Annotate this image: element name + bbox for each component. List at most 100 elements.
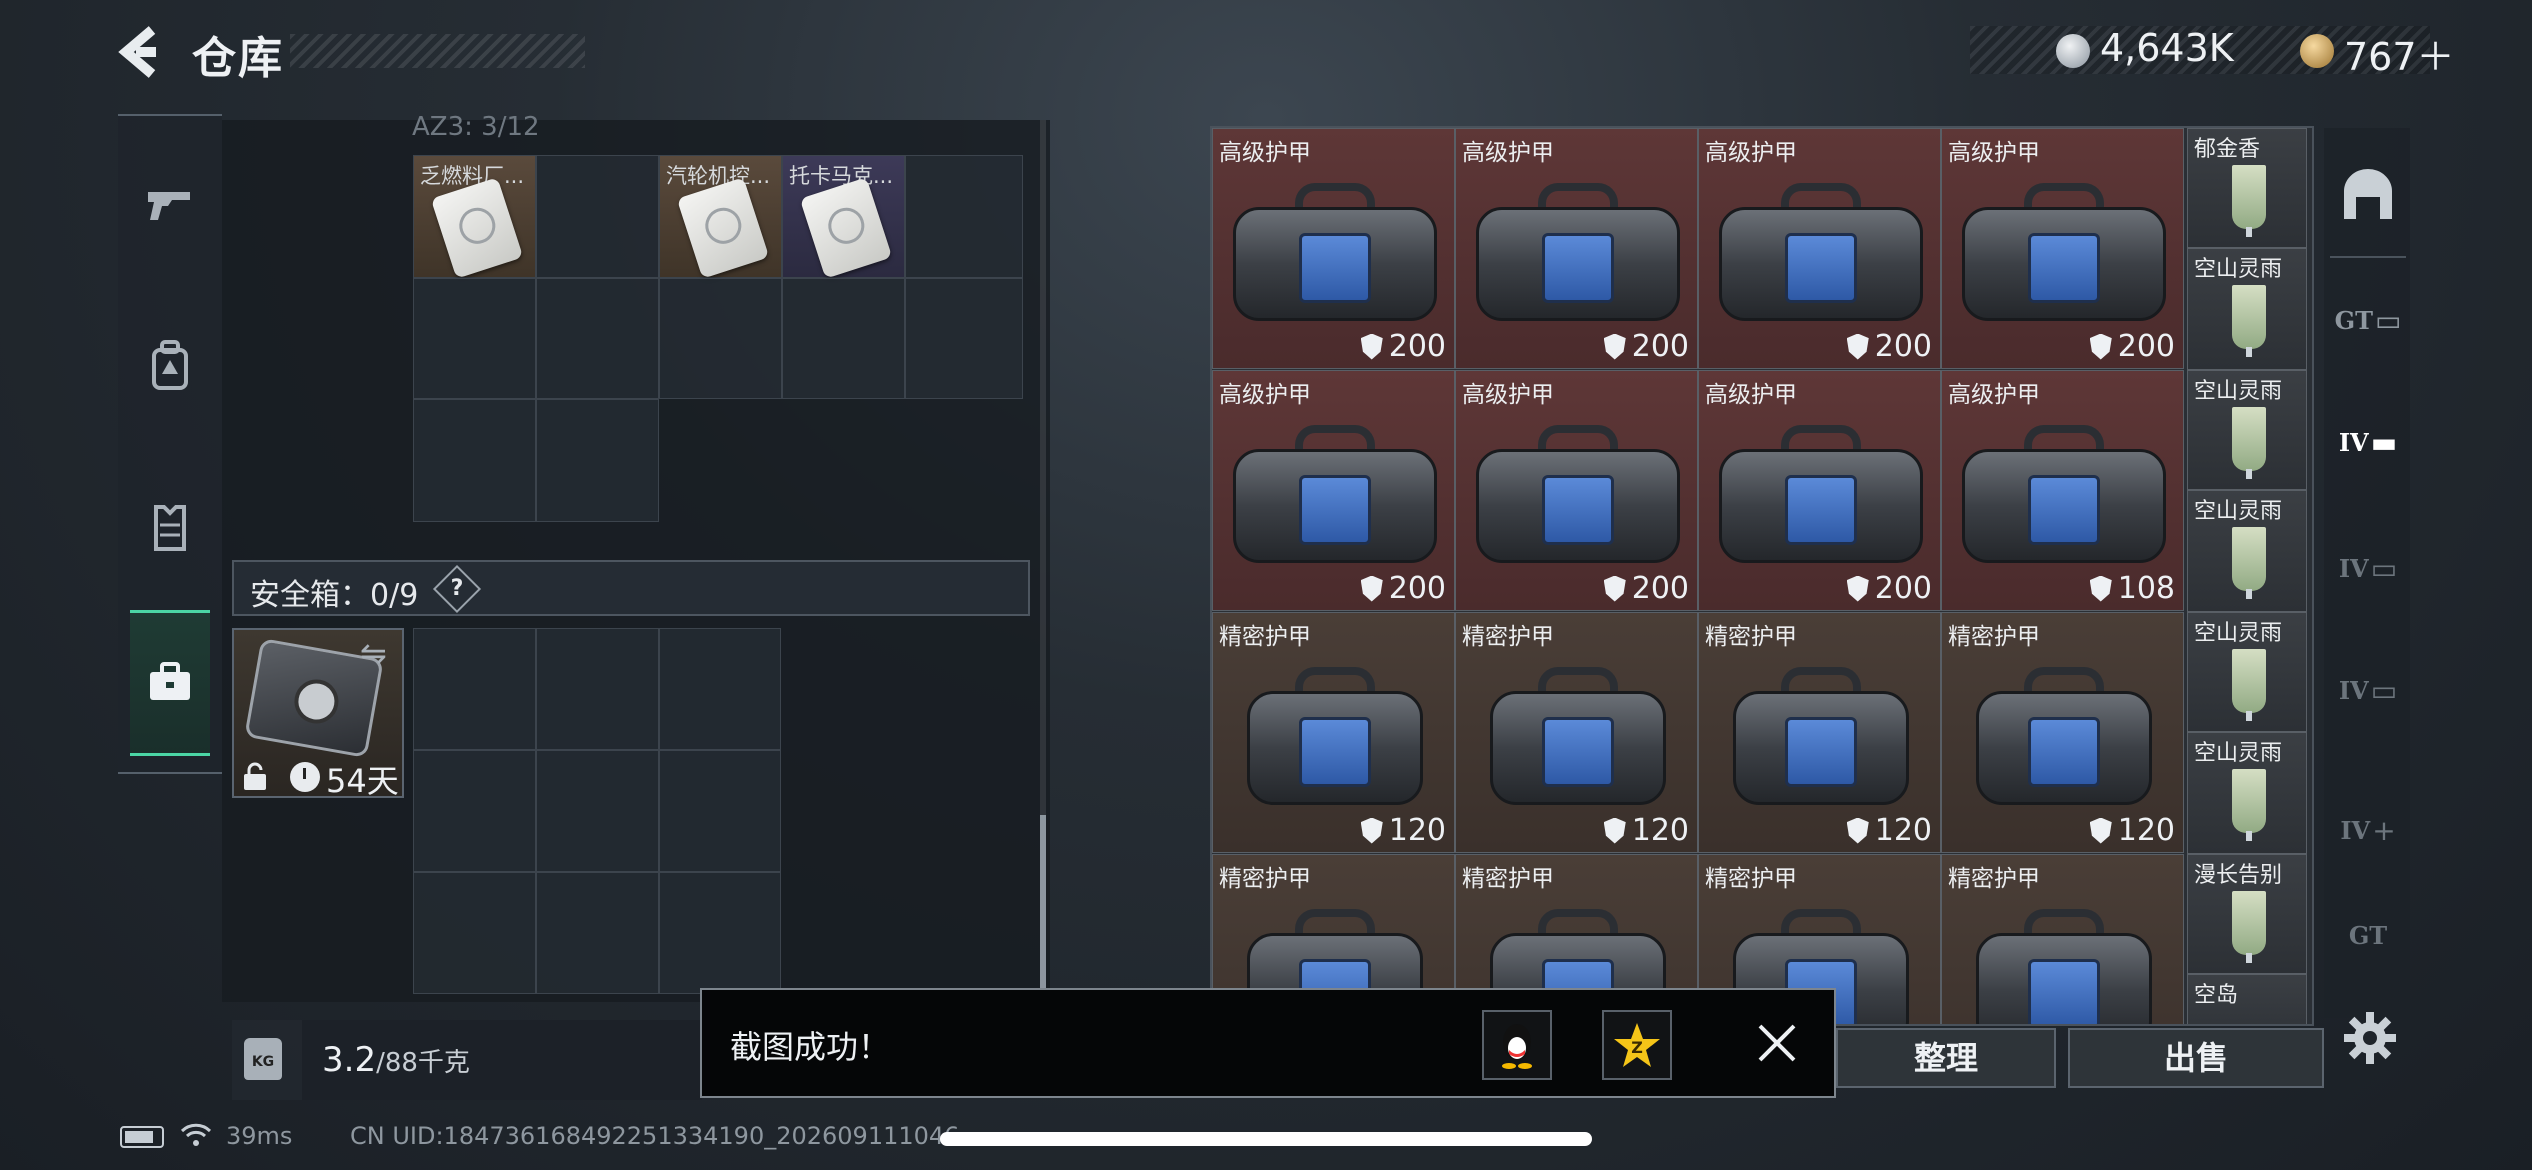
wifi-icon [180, 1123, 212, 1146]
coin-value[interactable]: 4,643K [2100, 26, 2234, 70]
drink-item[interactable]: 空山灵雨 [2187, 370, 2307, 490]
safebox-slot[interactable] [536, 750, 659, 872]
safebox-slot[interactable] [413, 872, 536, 994]
safebox-slot[interactable] [659, 872, 781, 994]
item-name: 精密护甲 [1462, 624, 1554, 650]
empty-slot[interactable] [905, 155, 1023, 278]
cocktail-icon [2232, 527, 2266, 599]
keycard-icon [430, 177, 524, 279]
armor-item[interactable]: 精密护甲 [1941, 854, 2184, 1024]
sell-button[interactable]: 出售 [2068, 1028, 2324, 1088]
durability-value: 120 [2117, 813, 2175, 848]
armor-item[interactable]: 高级护甲 200 [1212, 128, 1455, 369]
drink-item[interactable]: 空山灵雨 [2187, 248, 2307, 370]
item-name: 空岛 [2194, 983, 2239, 1008]
safebox-slot[interactable] [536, 628, 659, 750]
scrollbar-thumb[interactable] [1040, 815, 1046, 995]
bond-value[interactable]: 767＋ [2344, 26, 2455, 81]
swap-icon[interactable]: ⇋ [360, 634, 387, 672]
tab-iv-1[interactable]: IV ▬ [2330, 392, 2406, 492]
shield-icon [2089, 817, 2112, 844]
armor-item[interactable]: 高级护甲 200 [1455, 370, 1698, 611]
qq-share-button[interactable] [1482, 1010, 1552, 1080]
sort-button[interactable]: 整理 [1836, 1028, 2056, 1088]
safebox-slot[interactable] [413, 628, 536, 750]
armor-item[interactable]: 高级护甲 200 [1212, 370, 1455, 611]
weight-value: 3.2/88千克 [322, 1040, 470, 1080]
tab-gt-1[interactable]: GT ▭ [2330, 270, 2406, 370]
armor-icon [1719, 183, 1923, 323]
empty-slot[interactable] [536, 278, 659, 399]
durability: 120 [1603, 813, 1689, 848]
safebox-slot[interactable] [659, 750, 781, 872]
tab-iv-add[interactable]: IV + [2330, 780, 2406, 880]
backpack-icon[interactable] [140, 336, 200, 396]
settings-gear-icon[interactable] [2342, 1010, 2398, 1066]
armor-icon [1233, 425, 1437, 565]
armor-item[interactable]: 精密护甲 120 [1941, 612, 2184, 853]
item-name: 高级护甲 [1705, 140, 1797, 166]
star-icon: Z [1614, 1023, 1660, 1067]
empty-slot[interactable] [413, 278, 536, 399]
item-name: 高级护甲 [1219, 140, 1311, 166]
tab-gt-2[interactable]: GT [2330, 900, 2406, 970]
keycard-icon [799, 177, 893, 279]
armor-item[interactable]: 精密护甲 120 [1212, 612, 1455, 853]
cocktail-icon [2232, 769, 2266, 841]
drink-item[interactable]: 空山灵雨 [2187, 732, 2307, 854]
armor-item[interactable]: 精密护甲 120 [1455, 612, 1698, 853]
pistol-icon[interactable] [140, 174, 200, 234]
armor-item[interactable]: 精密护甲 120 [1698, 612, 1941, 853]
empty-slot[interactable] [905, 278, 1023, 399]
safebox-slot[interactable] [659, 628, 781, 750]
container-item[interactable]: 托卡马克... [782, 155, 905, 279]
battery-icon [120, 1126, 164, 1148]
item-name: 漫长告别 [2194, 863, 2283, 888]
drink-item[interactable]: 郁金香 [2187, 128, 2307, 248]
armor-item[interactable]: 高级护甲 200 [1941, 128, 2184, 369]
empty-slot[interactable] [413, 399, 536, 522]
safebox-slot[interactable] [413, 750, 536, 872]
armor-icon [1476, 667, 1680, 807]
empty-slot[interactable] [536, 399, 659, 522]
tab-iv-2[interactable]: IV ▭ [2330, 518, 2406, 618]
item-name: 空山灵雨 [2194, 621, 2283, 646]
armor-icon [1962, 667, 2166, 807]
divider [2330, 256, 2406, 258]
durability-value: 108 [2117, 571, 2175, 606]
cocktail-icon [2232, 891, 2266, 963]
back-arrow-icon[interactable] [112, 22, 172, 82]
container-item[interactable]: 乏燃料厂... [413, 155, 536, 279]
home-indicator[interactable] [940, 1132, 1592, 1146]
drink-item[interactable]: 空山灵雨 [2187, 490, 2307, 612]
item-name: 精密护甲 [1219, 624, 1311, 650]
drink-item[interactable]: 空岛 [2187, 974, 2307, 1024]
drink-item[interactable]: 漫长告别 [2187, 854, 2307, 974]
tab-iv-3[interactable]: IV ▭ [2330, 640, 2406, 740]
item-name: 精密护甲 [1705, 866, 1797, 892]
empty-slot[interactable] [536, 155, 659, 278]
shield-icon [1360, 575, 1383, 602]
durability: 108 [2089, 571, 2175, 606]
durability-value: 200 [1388, 571, 1446, 606]
item-name: 高级护甲 [1219, 382, 1311, 408]
safebox-slot[interactable] [536, 872, 659, 994]
qzone-share-button[interactable]: Z [1602, 1010, 1672, 1080]
armor-item[interactable]: 高级护甲 200 [1455, 128, 1698, 369]
cocktail-icon [2232, 649, 2266, 721]
armor-item[interactable]: 高级护甲 200 [1698, 370, 1941, 611]
drink-item[interactable]: 空山灵雨 [2187, 612, 2307, 732]
empty-slot[interactable] [782, 278, 905, 399]
empty-slot[interactable] [659, 278, 782, 399]
armor-item[interactable]: 高级护甲 200 [1698, 128, 1941, 369]
user-uid: CN UID:184736168492251334190_20260911104… [350, 1122, 960, 1150]
home-tab[interactable] [2330, 144, 2406, 244]
shield-icon [2089, 575, 2112, 602]
page-title: 仓库 [192, 33, 284, 84]
vest-icon[interactable] [140, 498, 200, 558]
close-icon[interactable] [1752, 1018, 1802, 1068]
armor-item[interactable]: 高级护甲 108 [1941, 370, 2184, 611]
durability: 200 [1846, 329, 1932, 364]
briefcase-icon[interactable] [140, 652, 200, 712]
container-item[interactable]: 汽轮机控... [659, 155, 782, 279]
